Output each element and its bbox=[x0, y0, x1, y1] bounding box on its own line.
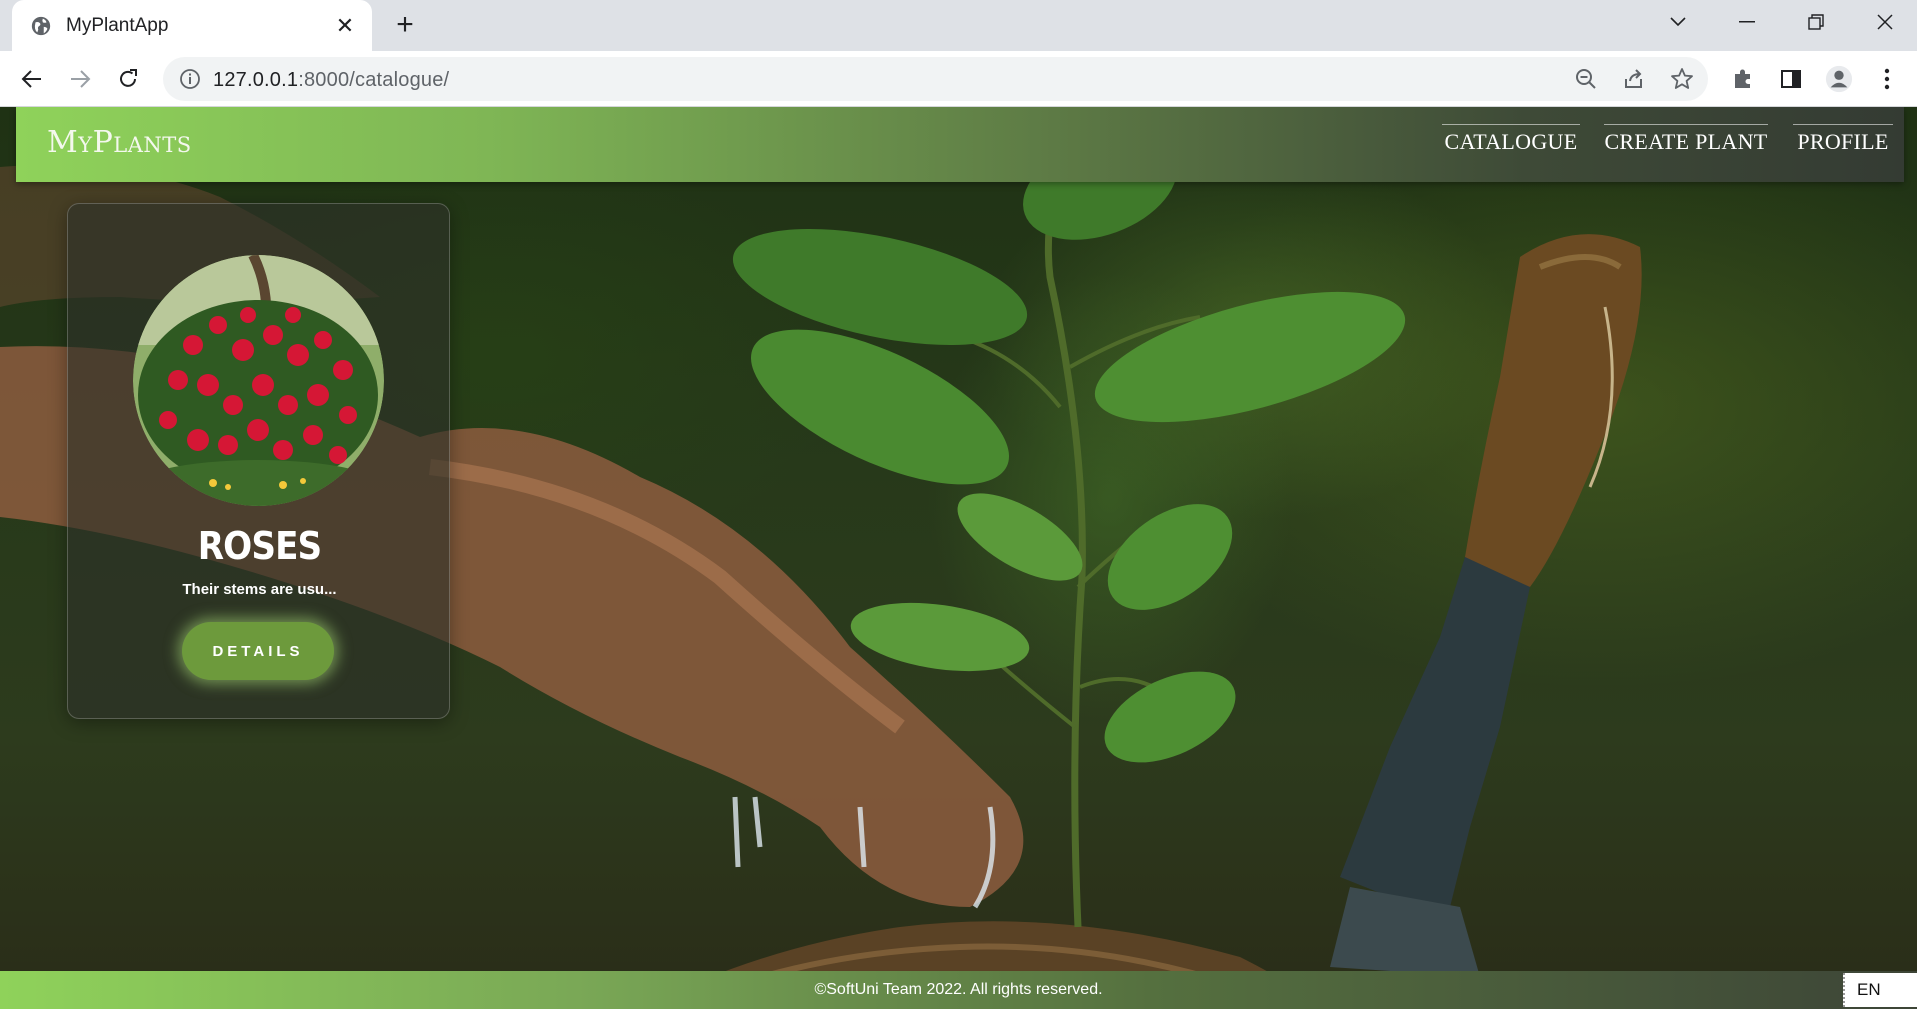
site-logo[interactable]: MyPlants bbox=[47, 125, 192, 160]
browser-toolbar: 127.0.0.1:8000/catalogue/ bbox=[0, 51, 1917, 107]
zoom-out-icon[interactable] bbox=[1574, 67, 1598, 91]
bookmark-star-icon[interactable] bbox=[1670, 67, 1694, 91]
share-icon[interactable] bbox=[1622, 67, 1646, 91]
language-indicator[interactable]: EN bbox=[1843, 973, 1917, 1007]
browser-menu-icon[interactable] bbox=[1873, 65, 1901, 93]
plant-description: Their stems are usu... bbox=[182, 581, 337, 598]
site-footer: ©SoftUni Team 2022. All rights reserved.… bbox=[0, 971, 1917, 1009]
page-viewport: MyPlants CATALOGUE CREATE PLANT PROFILE bbox=[0, 107, 1917, 1009]
forward-icon[interactable] bbox=[61, 60, 99, 98]
nav-create-plant[interactable]: CREATE PLANT bbox=[1604, 124, 1768, 164]
nav-catalogue[interactable]: CATALOGUE bbox=[1442, 124, 1580, 164]
site-header: MyPlants CATALOGUE CREATE PLANT PROFILE bbox=[16, 107, 1904, 182]
plant-name: ROSES bbox=[197, 524, 322, 568]
tab-title: MyPlantApp bbox=[66, 14, 169, 36]
browser-tab[interactable]: MyPlantApp ✕ bbox=[12, 0, 372, 51]
globe-icon bbox=[31, 16, 51, 35]
tab-search-icon[interactable] bbox=[1652, 0, 1704, 44]
close-window-icon[interactable] bbox=[1859, 0, 1911, 44]
plant-card: ROSES Their stems are usu... DETAILS bbox=[67, 203, 450, 719]
extensions-icon[interactable] bbox=[1729, 65, 1757, 93]
language-label: EN bbox=[1857, 980, 1881, 999]
close-tab-icon[interactable]: ✕ bbox=[332, 13, 358, 39]
profile-avatar-icon[interactable] bbox=[1825, 65, 1853, 93]
minimize-icon[interactable] bbox=[1721, 0, 1773, 44]
url-path: :8000/catalogue/ bbox=[298, 69, 450, 91]
side-panel-icon[interactable] bbox=[1777, 65, 1805, 93]
details-button[interactable]: DETAILS bbox=[182, 622, 334, 680]
browser-tabstrip: MyPlantApp ✕ + bbox=[0, 0, 1917, 51]
plant-image bbox=[133, 255, 384, 506]
address-bar[interactable]: 127.0.0.1:8000/catalogue/ bbox=[163, 57, 1708, 101]
restore-icon[interactable] bbox=[1790, 0, 1842, 44]
site-info-icon[interactable] bbox=[179, 68, 201, 90]
url-host: 127.0.0.1 bbox=[213, 69, 299, 91]
url-text: 127.0.0.1:8000/catalogue/ bbox=[213, 69, 449, 92]
nav-profile[interactable]: PROFILE bbox=[1793, 124, 1893, 164]
footer-copyright: ©SoftUni Team 2022. All rights reserved. bbox=[814, 981, 1103, 998]
reload-icon[interactable] bbox=[109, 60, 147, 98]
new-tab-button[interactable]: + bbox=[388, 9, 422, 43]
back-icon[interactable] bbox=[13, 60, 51, 98]
